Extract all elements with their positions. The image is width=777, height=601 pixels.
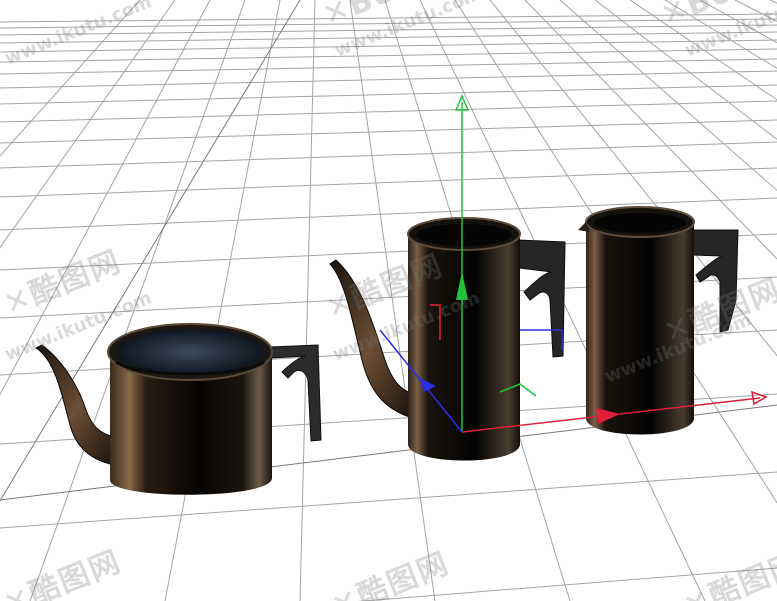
scene-canvas[interactable] (0, 0, 777, 601)
pitcher[interactable] (578, 206, 739, 435)
teapot-short[interactable] (34, 323, 322, 495)
3d-viewport[interactable]: ✕酷图网 www.ikutu.com ✕酷图网 www.ikutu.com ✕酷… (0, 0, 777, 601)
